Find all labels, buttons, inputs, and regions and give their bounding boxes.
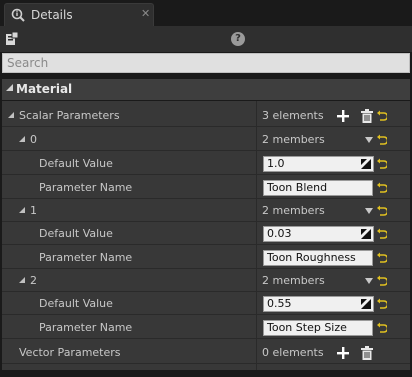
chevron-down-icon[interactable] [365,278,373,284]
chevron-down-icon[interactable] [365,208,373,214]
parameter-name-label: Parameter Name [39,321,133,334]
close-icon[interactable]: ✕ [141,7,150,20]
reset-to-default-icon[interactable] [377,298,387,310]
parameter-name-field[interactable]: Toon Roughness [263,250,373,266]
parameter-name-text: Toon Step Size [267,321,347,334]
collapse-arrow-icon[interactable] [6,84,14,92]
expand-arrow-icon[interactable] [19,277,26,284]
array-element-row-1: 1 2 members [2,200,410,222]
spin-drag-icon[interactable] [361,299,371,309]
trash-icon[interactable] [361,346,373,360]
trash-icon[interactable] [361,109,373,123]
search-input[interactable] [3,54,409,72]
expand-arrow-icon[interactable] [8,112,15,119]
default-value-text: 0.03 [267,227,292,240]
default-value-field[interactable]: 1.0 [263,156,374,172]
chevron-down-icon[interactable] [365,137,373,143]
vector-parameters-label: Vector Parameters [19,346,121,359]
default-value-label: Default Value [39,227,113,240]
default-value-label: Default Value [39,297,113,310]
search-box [2,53,410,73]
members-count: 2 members [262,204,325,217]
category-material[interactable]: Material [2,79,410,100]
members-count: 2 members [262,274,325,287]
reset-to-default-icon[interactable] [377,252,387,264]
parameter-name-field[interactable]: Toon Step Size [263,320,373,336]
details-icon [11,8,25,22]
column-divider[interactable] [256,101,257,370]
property-list: Scalar Parameters 3 elements 0 2 members… [2,101,410,370]
reset-to-default-icon[interactable] [377,158,387,170]
array-index-label: 1 [30,204,37,217]
parameter-name-row-1: Parameter Name Toon Roughness [2,247,410,269]
array-element-row-0: 0 2 members [2,129,410,151]
reset-to-default-icon[interactable] [377,182,387,194]
category-label: Material [16,82,73,96]
vector-count: 0 elements [262,346,324,359]
reset-to-default-icon[interactable] [377,134,387,146]
help-icon[interactable]: ? [231,32,245,46]
array-index-label: 2 [30,274,37,287]
parameter-name-field[interactable]: Toon Blend [263,180,373,196]
spin-drag-icon[interactable] [361,229,371,239]
details-toolbar: ? [0,26,412,52]
array-element-row-2: 2 2 members [2,270,410,292]
lock-selection-icon[interactable] [4,31,20,47]
default-value-row-1: Default Value 0.03 [2,223,410,245]
tab-details[interactable]: Details ✕ [4,3,154,26]
array-index-label: 0 [30,133,37,146]
default-value-row-0: Default Value 1.0 [2,153,410,175]
default-value-field[interactable]: 0.03 [263,226,374,242]
reset-to-default-icon[interactable] [377,322,387,334]
expand-arrow-icon[interactable] [19,207,26,214]
scalar-parameters-label: Scalar Parameters [19,109,120,122]
spin-drag-icon[interactable] [361,159,371,169]
add-element-icon[interactable] [337,110,349,122]
parameter-name-text: Toon Roughness [267,251,356,264]
parameter-name-text: Toon Blend [267,181,328,194]
tab-title: Details [31,8,73,22]
scalar-parameters-row: Scalar Parameters 3 elements [2,105,410,127]
default-value-label: Default Value [39,157,113,170]
parameter-name-row-0: Parameter Name Toon Blend [2,177,410,199]
members-count: 2 members [262,133,325,146]
parameter-name-row-2: Parameter Name Toon Step Size [2,317,410,339]
parameter-name-label: Parameter Name [39,181,133,194]
default-value-text: 1.0 [267,157,285,170]
expand-arrow-icon[interactable] [19,136,26,143]
scalar-count: 3 elements [262,109,324,122]
default-value-text: 0.55 [267,297,292,310]
tab-bar: Details ✕ [0,0,412,26]
reset-to-default-icon[interactable] [377,205,387,217]
parameter-name-label: Parameter Name [39,251,133,264]
add-element-icon[interactable] [337,347,349,359]
reset-to-default-icon[interactable] [377,110,387,122]
default-value-row-2: Default Value 0.55 [2,293,410,315]
vector-parameters-row: Vector Parameters 0 elements [2,342,410,364]
default-value-field[interactable]: 0.55 [263,296,374,312]
reset-to-default-icon[interactable] [377,275,387,287]
reset-to-default-icon[interactable] [377,228,387,240]
